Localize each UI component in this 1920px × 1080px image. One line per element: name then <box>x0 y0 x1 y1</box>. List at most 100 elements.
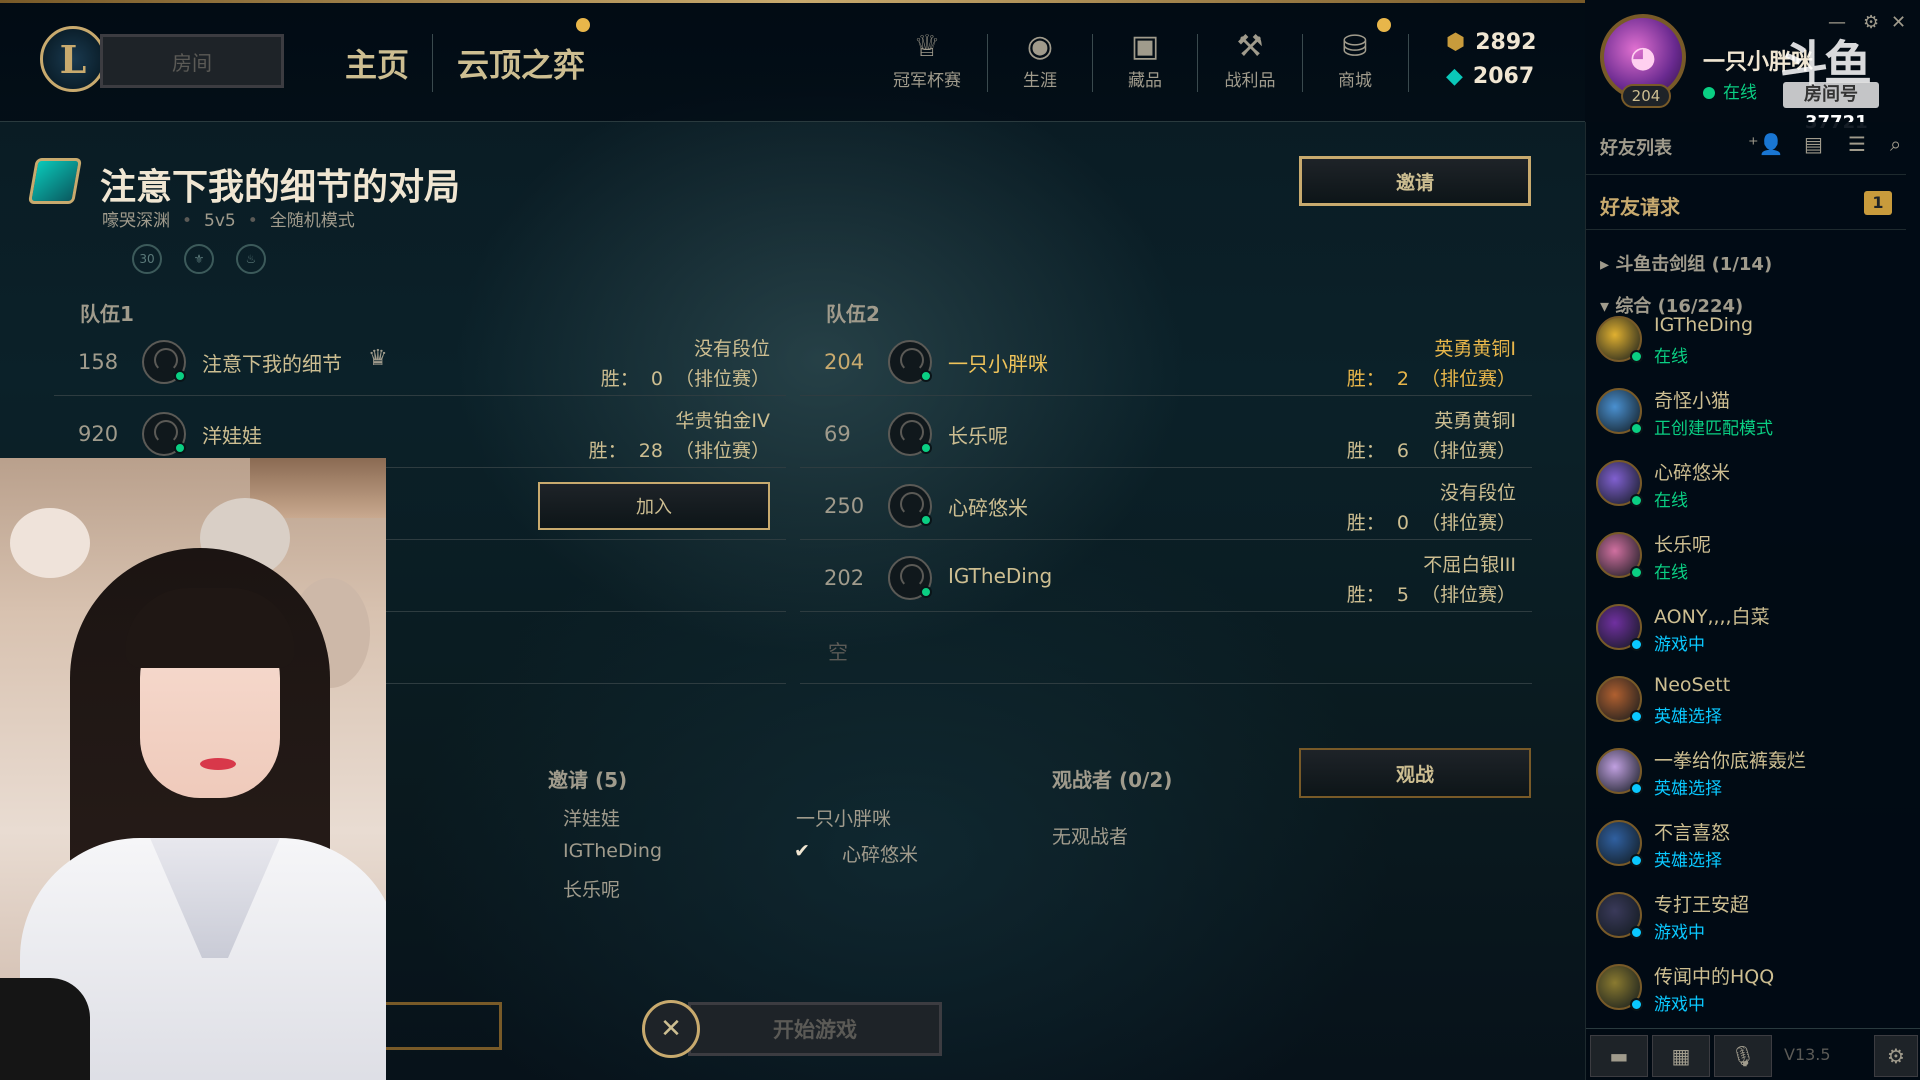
nav-store[interactable]: ⛁ 商城 <box>1313 28 1397 91</box>
nav-divider <box>1092 34 1093 92</box>
friend-status-dot <box>1630 494 1643 507</box>
edit-lobby-icon[interactable] <box>27 158 83 204</box>
friend-list-item[interactable]: 奇怪小猫正创建匹配模式 <box>1586 376 1906 448</box>
invited-player: 长乐呢 <box>563 879 621 901</box>
store-icon: ⛁ <box>1342 29 1368 64</box>
nav-divider <box>432 34 433 92</box>
friend-list-item[interactable]: 长乐呢 在线 <box>1586 520 1906 592</box>
blue-essence-display[interactable]: ⬢ 2892 <box>1446 30 1536 55</box>
friend-list-item[interactable]: 一拳给你底裤轰烂 英雄选择 <box>1586 736 1906 808</box>
friend-name: 传闻中的HQQ <box>1654 966 1775 988</box>
player-level: 202 <box>824 566 865 590</box>
party-owner-crest-icon: ♛ <box>368 346 388 371</box>
nav-collection-label: 藏品 <box>1128 71 1162 91</box>
settings-gear-icon[interactable]: ⚙ <box>1863 12 1879 33</box>
friend-requests-badge: 1 <box>1864 191 1892 215</box>
friend-status-dot <box>1630 638 1643 651</box>
friend-list-item[interactable]: 专打王安超 游戏中 <box>1586 880 1906 952</box>
friend-list-item[interactable]: 心碎悠米 在线 <box>1586 448 1906 520</box>
accepted-check-icon: ✔ <box>794 840 810 862</box>
close-lobby-icon[interactable]: ✕ <box>642 1000 700 1058</box>
no-spectators-text: 无观战者 <box>1052 826 1129 848</box>
nav-profile[interactable]: ◉ 生涯 <box>998 28 1082 91</box>
player-rank: 华贵铂金IV <box>675 410 770 432</box>
friend-name: 长乐呢 <box>1654 534 1712 556</box>
friend-status: 在线 <box>1654 491 1688 511</box>
friend-name: 心碎悠米 <box>1654 462 1731 484</box>
player-rank: 英勇黄铜I <box>1434 410 1516 432</box>
nav-collection[interactable]: ▣ 藏品 <box>1103 28 1187 91</box>
summoner-level: 204 <box>1621 84 1671 108</box>
friend-list-item[interactable]: AONY,,,,白菜 游戏中 <box>1586 592 1906 664</box>
empty-slot-label: 空 <box>828 640 848 664</box>
top-navigation-bar: L 房间 主页 云顶之弈 ♕ 冠军杯赛 ◉ 生涯 ▣ 藏品 ⚒ 战利品 ⛁ 商城 ⬢ 289… <box>0 0 1585 122</box>
player-name: 一只小胖咪 <box>948 352 1048 376</box>
team2-player-row[interactable]: 69 长乐呢 英勇黄铜I 胜： 6 （排位赛） <box>800 398 1532 468</box>
champion-icon[interactable]: ♨ <box>236 244 266 274</box>
friend-list-item[interactable]: NeoSett 英雄选择 <box>1586 664 1906 736</box>
team2-player-row[interactable]: 202 IGTheDing 不屈白银III 胜： 5 （排位赛） <box>800 542 1532 612</box>
list-view-icon[interactable]: ☰ <box>1848 132 1866 156</box>
player-rank: 没有段位 <box>693 338 770 360</box>
friend-requests-row[interactable]: 好友请求 1 <box>1586 174 1906 230</box>
settings-icon[interactable]: ⚙ <box>1874 1035 1918 1077</box>
close-window-icon[interactable]: ✕ <box>1891 12 1906 33</box>
minimize-icon[interactable]: — <box>1828 12 1846 33</box>
friend-status: 英雄选择 <box>1654 779 1722 799</box>
start-game-button[interactable]: 开始游戏 <box>688 1002 942 1056</box>
friend-name: 奇怪小猫 <box>1654 390 1731 412</box>
loot-icon: ⚒ <box>1236 29 1264 64</box>
friend-status-dot <box>1630 710 1643 723</box>
spectate-button[interactable]: 观战 <box>1299 748 1531 798</box>
friend-status-dot <box>1630 926 1643 939</box>
lobby-map: 嚎哭深渊 <box>102 211 170 231</box>
collection-icon: ▣ <box>1130 29 1160 64</box>
client-version: V13.5 <box>1784 1045 1831 1064</box>
profile-panel: ◕ 204 一只小胖咪 在线 斗鱼 房间号 37721 — ⚙ ✕ <box>1585 0 1920 133</box>
player-level: 920 <box>78 422 119 446</box>
nav-clash[interactable]: ♕ 冠军杯赛 <box>885 28 969 91</box>
ranked-crest-icon[interactable]: ⚜ <box>184 244 214 274</box>
online-indicator <box>174 370 186 382</box>
friend-status: 正创建匹配模式 <box>1654 419 1773 439</box>
team1-player-row[interactable]: 158 注意下我的细节 ♛ 没有段位 胜： 0 （排位赛） <box>54 326 786 396</box>
nav-divider <box>987 34 988 92</box>
player-name: 长乐呢 <box>948 424 1008 448</box>
friend-list-item[interactable]: 不言喜怒 英雄选择 <box>1586 808 1906 880</box>
league-logo-button[interactable]: L <box>40 26 106 92</box>
search-icon[interactable]: ⌕ <box>1890 132 1901 156</box>
friend-list-item[interactable]: IGTheDing 在线 <box>1586 304 1906 376</box>
team1-empty-row <box>386 614 786 684</box>
lobby-title: 注意下我的细节的对局 <box>100 167 461 208</box>
voice-mic-icon[interactable]: 🎙 <box>1714 1035 1772 1077</box>
friend-list-item[interactable]: 传闻中的HQQ 游戏中 <box>1586 952 1906 1024</box>
store-notification-dot <box>1377 18 1391 32</box>
team2-empty-row[interactable]: 空 <box>800 614 1532 684</box>
timer-icon[interactable]: 30 <box>132 244 162 274</box>
riot-points-display[interactable]: ◆ 2067 <box>1446 64 1534 89</box>
nav-loot[interactable]: ⚒ 战利品 <box>1208 28 1292 91</box>
invite-button[interactable]: 邀请 <box>1299 156 1531 206</box>
social-bottom-bar: ▬ ▦ 🎙 V13.5 ⚙ <box>1586 1028 1920 1080</box>
friend-group-douyu[interactable]: ▸ 斗鱼击剑组 (1/14) <box>1600 250 1772 276</box>
play-room-button[interactable]: 房间 <box>100 34 284 88</box>
group-label: 斗鱼击剑组 (1/14) <box>1615 254 1773 275</box>
team2-player-row[interactable]: 204 一只小胖咪 英勇黄铜I 胜： 2 （排位赛） <box>800 326 1532 396</box>
nav-tft[interactable]: 云顶之弈 <box>457 40 585 86</box>
missions-icon[interactable]: ▦ <box>1652 1035 1710 1077</box>
chat-icon[interactable]: ▬ <box>1590 1035 1648 1077</box>
summoner-status[interactable]: 在线 <box>1703 78 1757 103</box>
invited-player: 洋娃娃 <box>563 808 621 830</box>
nav-home[interactable]: 主页 <box>345 40 409 86</box>
join-team-button[interactable]: 加入 <box>538 482 770 530</box>
riot-points-amount: 2067 <box>1472 64 1535 89</box>
player-level: 69 <box>824 422 851 446</box>
nav-profile-label: 生涯 <box>1023 71 1057 91</box>
team2-player-row[interactable]: 250 心碎悠米 没有段位 胜： 0 （排位赛） <box>800 470 1532 540</box>
nav-divider <box>1197 34 1198 92</box>
friend-status: 游戏中 <box>1654 923 1705 943</box>
riot-points-icon: ◆ <box>1446 64 1463 89</box>
add-folder-icon[interactable]: ▤ <box>1804 132 1823 156</box>
add-friend-icon[interactable]: ⁺👤 <box>1748 132 1783 156</box>
friend-status: 英雄选择 <box>1654 851 1722 871</box>
